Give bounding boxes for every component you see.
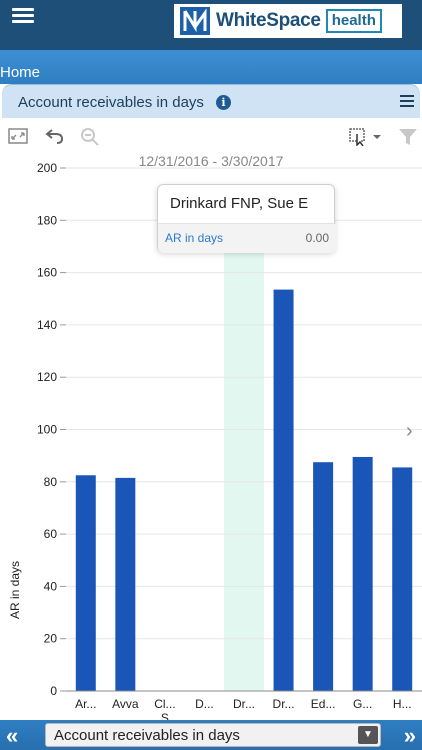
x-tick-label: G... [353,697,372,711]
y-tick-label: 0 [50,684,57,698]
bar[interactable] [75,475,96,691]
tooltip-series-label: AR in days [165,231,224,245]
y-tick-label: 100 [37,423,57,437]
dropdown-arrow-icon[interactable]: ▼ [358,726,378,744]
y-tick-label: 180 [37,213,57,227]
bar[interactable] [273,289,294,691]
chart-tooltip: Drinkard FNP, Sue E AR in days 0.00 [157,184,336,253]
x-tick-label: Ar... [75,697,96,711]
y-tick-label: 160 [37,266,57,280]
bar[interactable] [115,477,136,691]
tooltip-value: 0.00 [305,231,329,245]
panel-header: Account receivables in days i [2,84,420,118]
x-tick-label: S [161,711,169,720]
filter-icon[interactable] [398,127,418,152]
dashboard-select[interactable]: Account receivables in days ▼ [45,723,381,747]
expand-icon[interactable] [8,128,28,149]
chevron-right-icon[interactable]: › [406,420,413,443]
selection-mode-icon[interactable] [349,128,383,151]
x-tick-label: Dr... [273,697,295,711]
x-tick-label: Dr... [233,697,255,711]
select-value: Account receivables in days [54,727,240,744]
tooltip-name: Drinkard FNP, Sue E [170,195,309,212]
undo-icon[interactable] [45,127,65,150]
highlighted-category-band [224,252,264,691]
x-tick-label: Avva [112,697,139,711]
bar[interactable] [313,462,334,691]
y-tick-label: 140 [37,318,57,332]
top-header: WhiteSpace health [0,0,422,50]
y-tick-label: 40 [44,579,58,593]
y-tick-label: 60 [44,527,58,541]
previous-icon[interactable]: « [6,723,18,749]
logo-mark-icon [180,7,210,35]
x-tick-label: D... [195,697,214,711]
home-link[interactable]: Home [0,64,40,81]
home-bar [0,50,422,84]
panel-title: Account receivables in days [18,94,204,111]
y-tick-label: 20 [44,632,58,646]
panel-menu-icon[interactable] [400,95,414,107]
zoom-out-icon[interactable] [80,127,100,152]
x-tick-label: Ed... [311,697,336,711]
y-tick-label: 120 [37,370,57,384]
x-tick-label: Cl... [154,697,175,711]
logo-box-text: health [325,9,382,33]
info-icon[interactable]: i [216,95,231,110]
y-axis-label: AR in days [8,561,22,619]
whitespace-health-logo: WhiteSpace health [174,4,402,38]
next-icon[interactable]: » [404,723,416,749]
bottom-nav: « Account receivables in days ▼ » [0,720,422,750]
hamburger-menu-icon[interactable] [12,8,34,24]
logo-word: WhiteSpace [216,10,321,31]
bar[interactable] [352,456,373,691]
y-tick-label: 80 [44,475,58,489]
x-tick-label: H... [393,697,412,711]
y-tick-label: 200 [37,161,57,175]
tooltip-value-row: AR in days 0.00 [158,223,336,253]
bar[interactable] [392,467,413,691]
